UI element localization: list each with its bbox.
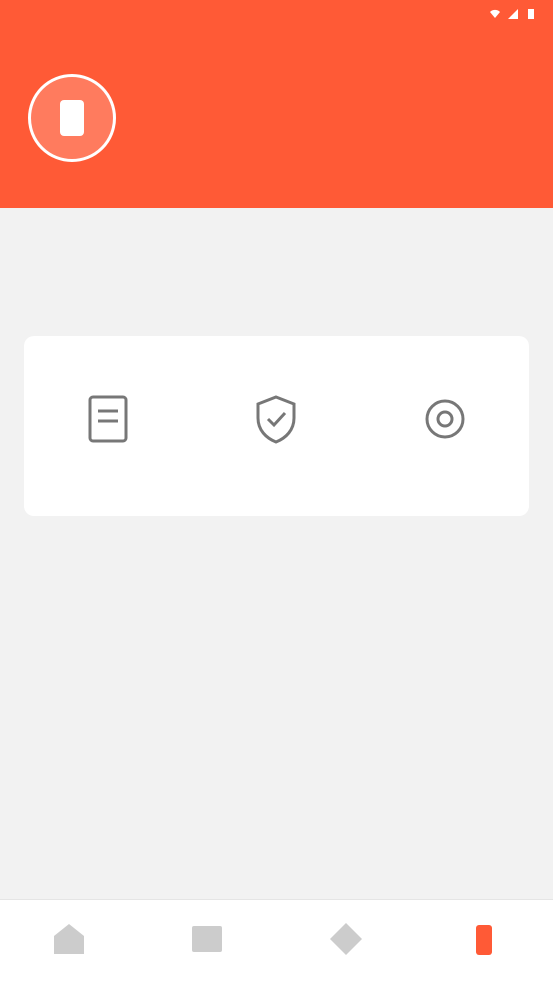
status-bar xyxy=(0,0,553,28)
menu-item-2[interactable] xyxy=(248,391,304,461)
tab-1[interactable] xyxy=(0,900,138,984)
settings-menu-card xyxy=(24,336,529,516)
menu-item-3[interactable] xyxy=(417,391,473,461)
star-icon xyxy=(329,923,362,955)
shield-icon xyxy=(256,395,296,444)
bottom-tab-bar xyxy=(0,899,553,984)
gear-icon xyxy=(425,399,465,439)
tab-2[interactable] xyxy=(138,900,276,984)
image-icon xyxy=(192,926,223,952)
home-icon xyxy=(54,924,85,954)
app-logo xyxy=(28,74,116,162)
logo-icon xyxy=(60,100,84,136)
battery-icon xyxy=(475,925,492,955)
battery-status-icon xyxy=(528,9,534,19)
signal-icon xyxy=(508,9,518,19)
app-screen xyxy=(0,0,553,984)
tab-4[interactable] xyxy=(415,900,553,984)
document-icon xyxy=(88,395,128,443)
profile-header xyxy=(0,28,553,208)
wifi-icon xyxy=(490,9,500,18)
menu-item-1[interactable] xyxy=(80,391,136,461)
tab-3[interactable] xyxy=(277,900,415,984)
status-icons xyxy=(489,8,537,20)
